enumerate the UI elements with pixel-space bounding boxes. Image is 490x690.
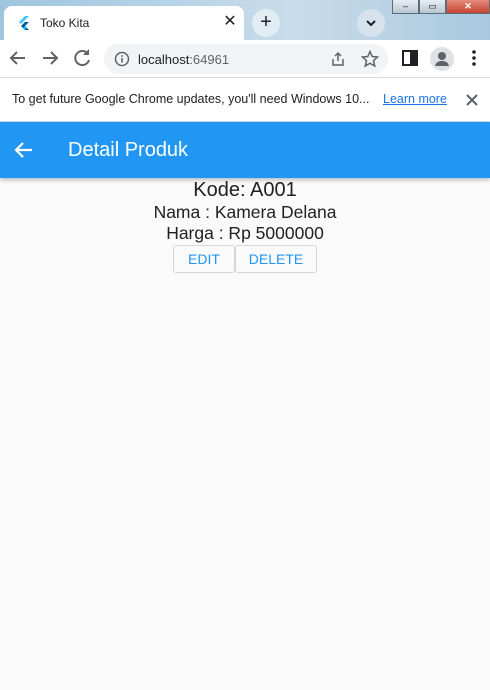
page-title: Detail Produk bbox=[68, 139, 189, 161]
window-controls: – ▭ ✕ bbox=[392, 0, 490, 14]
infobar-message: To get future Google Chrome updates, you… bbox=[12, 92, 370, 106]
url-text: localhost:64961 bbox=[138, 52, 230, 67]
edit-button[interactable]: EDIT bbox=[173, 245, 235, 273]
flutter-icon bbox=[19, 16, 29, 30]
delete-button[interactable]: DELETE bbox=[235, 245, 317, 273]
back-arrow-icon[interactable] bbox=[12, 138, 36, 162]
tab-title: Toko Kita bbox=[40, 16, 90, 30]
maximize-button[interactable]: ▭ bbox=[419, 0, 446, 14]
forward-arrow-icon[interactable] bbox=[38, 46, 62, 70]
app-bar: Detail Produk bbox=[0, 122, 490, 178]
side-panel-icon[interactable] bbox=[398, 46, 422, 70]
info-icon[interactable] bbox=[114, 51, 130, 67]
close-icon[interactable] bbox=[463, 91, 481, 109]
learn-more-link[interactable]: Learn more bbox=[383, 92, 447, 106]
tab-search-button[interactable] bbox=[357, 9, 385, 37]
update-infobar: To get future Google Chrome updates, you… bbox=[0, 78, 490, 122]
tab-strip: Toko Kita ✕ + – ▭ ✕ bbox=[0, 0, 490, 40]
more-menu-icon[interactable] bbox=[462, 46, 486, 70]
share-icon[interactable] bbox=[330, 51, 346, 67]
product-name: Nama : Kamera Delana bbox=[153, 202, 337, 222]
chevron-down-icon bbox=[366, 20, 376, 27]
browser-toolbar: localhost:64961 bbox=[0, 40, 490, 78]
product-price: Harga : Rp 5000000 bbox=[166, 223, 324, 243]
bookmark-star-icon[interactable] bbox=[361, 50, 379, 68]
person-icon bbox=[435, 52, 449, 66]
back-arrow-icon[interactable] bbox=[6, 46, 30, 70]
product-code: Kode: A001 bbox=[193, 179, 297, 201]
profile-avatar[interactable] bbox=[430, 47, 454, 71]
address-bar[interactable]: localhost:64961 bbox=[104, 44, 388, 74]
tab-close-icon[interactable]: ✕ bbox=[221, 13, 239, 31]
action-buttons: EDIT DELETE bbox=[0, 245, 490, 273]
reload-icon[interactable] bbox=[70, 46, 94, 70]
browser-tab[interactable]: Toko Kita ✕ bbox=[4, 6, 244, 40]
new-tab-button[interactable]: + bbox=[252, 9, 280, 37]
close-window-button[interactable]: ✕ bbox=[446, 0, 490, 14]
product-detail: Kode: A001 Nama : Kamera Delana Harga : … bbox=[0, 178, 490, 273]
minimize-button[interactable]: – bbox=[392, 0, 419, 14]
